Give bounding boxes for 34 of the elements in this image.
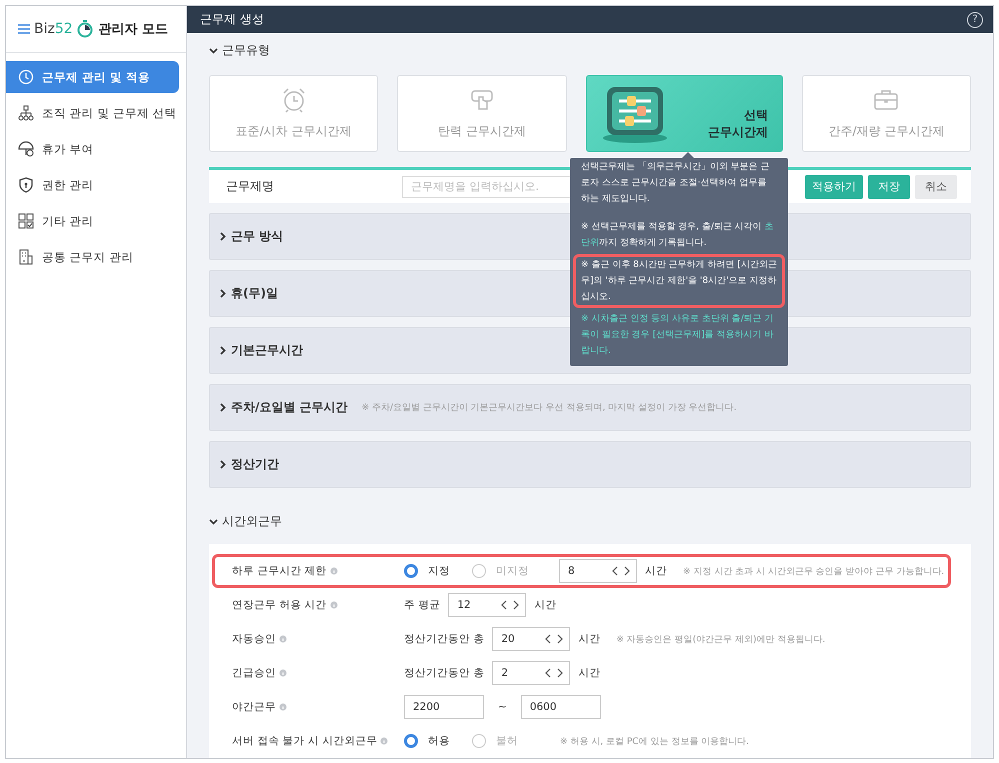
brand-logo: Biz52 — [34, 21, 73, 37]
tooltip-text: ※ 시차출근 인정 등의 사유로 초단위 출/퇴근 기록이 필요한 경우 [선택근무제]를 적용하시기 바랍니다. — [580, 313, 775, 358]
unit-label: 시간 — [534, 598, 556, 612]
highlighted-tooltip-text: ※ 출근 이후 8시간만 근무하게 하려면 [시간외근무]의 '하루 근무시간 제한'을 '8시간'으로 지정하십시오. — [573, 254, 785, 308]
setting-label: 연장근무 허용 시간 — [232, 598, 327, 612]
hint-text: ※ 자동승인은 평일(야간근무 제외)에만 적용됩니다. — [616, 634, 826, 646]
unit-label: 시간 — [645, 564, 667, 578]
prefix-label: 주 평균 — [404, 598, 440, 612]
setting-label: 긴급승인 — [232, 666, 276, 680]
window-title: 근무제 생성 — [200, 11, 264, 28]
stepper-value: 12 — [457, 599, 471, 611]
panel-title: 정산기간 — [231, 456, 279, 473]
stepper-value: 2 — [501, 667, 508, 679]
panel-title: 주차/요일별 근무시간 — [231, 399, 348, 416]
prefix-label: 정산기간동안 총 — [404, 666, 484, 680]
panel-title: 근무 방식 — [231, 228, 284, 245]
setting-label: 서버 접속 불가 시 시간외근무 — [232, 734, 378, 748]
panel-note: ※ 주차/요일별 근무시간이 기본근무시간보다 우선 적용되며, 마지막 설정이 가장 우선합니다. — [362, 402, 737, 414]
prefix-label: 정산기간동안 총 — [404, 632, 484, 646]
setting-label: 자동승인 — [232, 632, 276, 646]
panel-title: 휴(무)일 — [231, 285, 278, 302]
setting-label: 하루 근무시간 제한 — [232, 564, 327, 578]
field-label: 근무제명 — [226, 178, 275, 195]
tooltip-text: ※ 선택근무제를 적용할 경우, 출/퇴근 시각이 초단위까지 정확하게 기록됩니다. — [580, 221, 775, 250]
hint-text: ※ 허용 시, 로컬 PC에 있는 정보를 이용합니다. — [560, 736, 749, 748]
unit-label: 시간 — [578, 666, 600, 680]
stepper-value: 20 — [501, 633, 515, 645]
range-separator: ~ — [498, 701, 507, 713]
stepper-value: 8 — [568, 565, 575, 577]
panel-title: 기본근무시간 — [231, 342, 303, 359]
setting-label: 야간근무 — [232, 700, 276, 714]
mode-title: 관리자 모드 — [98, 21, 168, 38]
unit-label: 시간 — [578, 632, 600, 646]
hint-text: ※ 지정 시간 초과 시 시간외근무 승인을 받아야 근무 가능합니다. — [683, 566, 944, 578]
